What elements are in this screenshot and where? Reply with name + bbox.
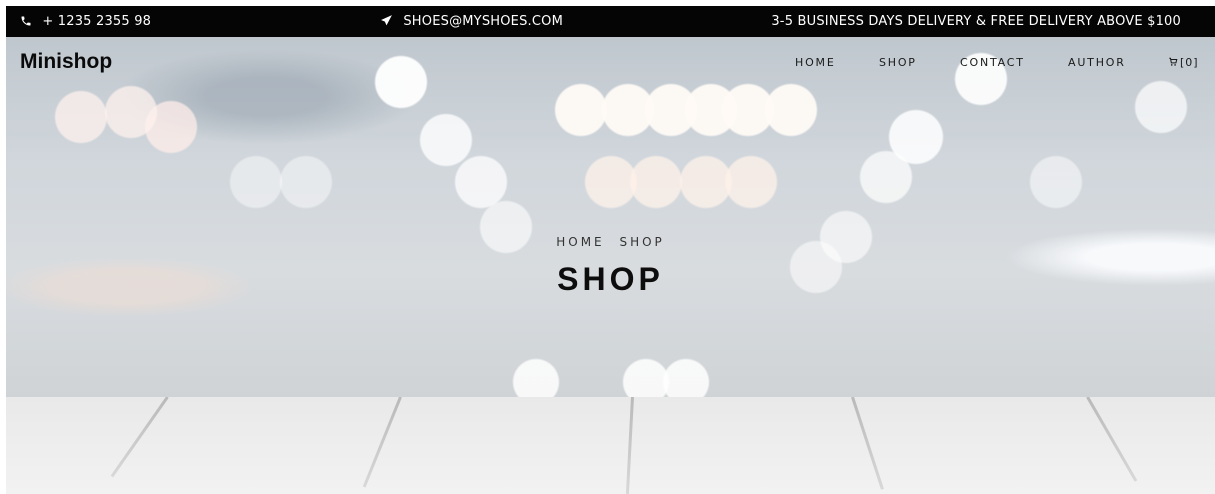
plank-line (851, 397, 884, 490)
plank-line (1086, 397, 1138, 482)
email-address: SHOES@MYSHOES.COM (403, 14, 564, 29)
delivery-info: 3-5 BUSINESS DAYS DELIVERY & FREE DELIVE… (771, 14, 1181, 29)
paper-plane-icon (381, 15, 392, 26)
breadcrumb-home[interactable]: HOME (556, 235, 604, 249)
plank-line (110, 397, 169, 478)
email-info[interactable]: SHOES@MYSHOES.COM (380, 6, 563, 37)
phone-info[interactable]: + 1235 2355 98 (20, 6, 151, 37)
breadcrumb: HOME SHOP (6, 235, 1215, 249)
cart-count: [0] (1180, 56, 1199, 69)
nav-author[interactable]: AUTHOR (1068, 56, 1126, 69)
plank-line (625, 397, 634, 494)
nav-contact-link[interactable]: CONTACT (960, 56, 1025, 69)
nav-home[interactable]: HOME (795, 56, 836, 69)
top-info-bar: + 1235 2355 98 SHOES@MYSHOES.COM 3-5 BUS… (6, 6, 1215, 37)
wood-floor-background (6, 397, 1215, 494)
cart-icon (1169, 57, 1178, 66)
nav-author-link[interactable]: AUTHOR (1068, 56, 1126, 69)
brand-logo[interactable]: Minishop (20, 50, 112, 74)
nav-home-link[interactable]: HOME (795, 56, 836, 69)
nav-shop[interactable]: SHOP (879, 56, 917, 69)
hero-banner: Minishop HOME SHOP CONTACT AUTHOR [0] HO… (6, 37, 1215, 397)
nav-cart[interactable]: [0] (1168, 56, 1199, 69)
phone-number: + 1235 2355 98 (42, 14, 152, 29)
nav-shop-link[interactable]: SHOP (879, 56, 917, 69)
phone-icon (21, 16, 31, 26)
plank-line (362, 397, 402, 488)
page-title: SHOP (557, 261, 664, 297)
nav-contact[interactable]: CONTACT (960, 56, 1025, 69)
breadcrumb-shop: SHOP (619, 235, 665, 249)
